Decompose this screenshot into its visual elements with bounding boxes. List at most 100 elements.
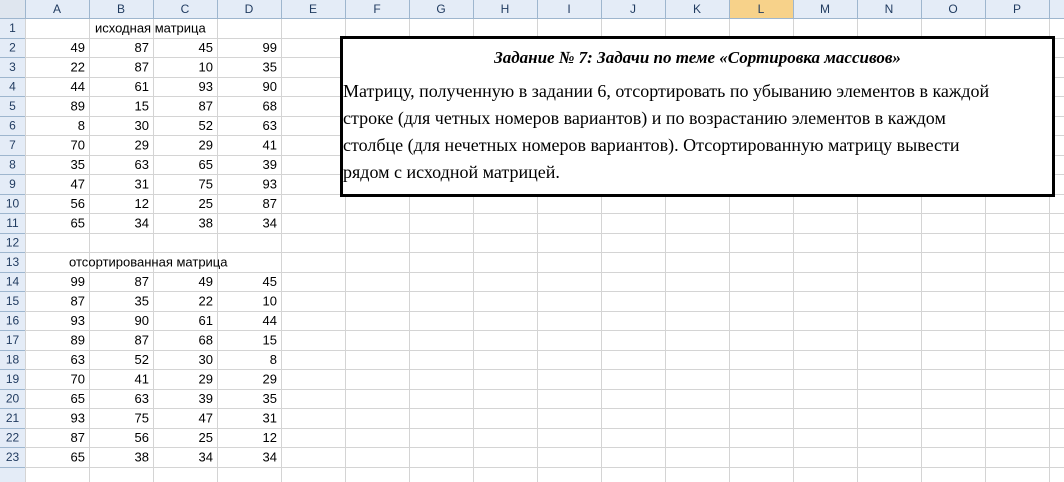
matrix-cell[interactable]: 31 — [263, 411, 277, 426]
matrix-cell[interactable]: 93 — [71, 313, 85, 328]
spreadsheet[interactable]: A B C D E F G H I J K L M N O P 1 2 3 4 5 6 7 8 9 10 11 12 13 14 15 16 1… — [0, 0, 1064, 482]
matrix-cell[interactable]: 35 — [263, 391, 277, 406]
matrix-cell[interactable]: 44 — [263, 313, 277, 328]
matrix-cell[interactable]: 44 — [71, 79, 85, 94]
matrix-cell[interactable]: 87 — [135, 274, 149, 289]
matrix-cell[interactable]: 22 — [199, 294, 213, 309]
matrix-cell[interactable]: 75 — [135, 411, 149, 426]
matrix-cell[interactable]: 35 — [263, 60, 277, 75]
matrix-cell[interactable]: 63 — [135, 391, 149, 406]
matrix-cell[interactable]: 56 — [71, 196, 85, 211]
matrix-cell[interactable]: 31 — [135, 177, 149, 192]
matrix-cell[interactable]: 47 — [199, 411, 213, 426]
column-header-e[interactable]: E — [309, 2, 317, 16]
column-header-j[interactable]: J — [630, 2, 636, 16]
row-header-17[interactable]: 17 — [6, 333, 20, 347]
matrix-cell[interactable]: 87 — [199, 99, 213, 114]
matrix-cell[interactable]: 15 — [135, 99, 149, 114]
column-header-b[interactable]: B — [117, 2, 125, 16]
matrix-cell[interactable]: 61 — [199, 313, 213, 328]
matrix-cell[interactable]: 10 — [263, 294, 277, 309]
matrix-cell[interactable]: 22 — [71, 60, 85, 75]
matrix-cell[interactable]: 38 — [135, 450, 149, 465]
column-header-i[interactable]: I — [567, 2, 570, 16]
row-header-10[interactable]: 10 — [6, 197, 20, 211]
matrix-cell[interactable]: 87 — [135, 40, 149, 55]
row-header-21[interactable]: 21 — [6, 411, 20, 425]
matrix-cell[interactable]: 68 — [199, 333, 213, 348]
task-text-box[interactable]: Задание № 7: Задачи по теме «Сортировка … — [340, 36, 1055, 197]
matrix-cell[interactable]: 87 — [71, 294, 85, 309]
matrix-cell[interactable]: 70 — [71, 138, 85, 153]
matrix-cell[interactable]: 93 — [263, 177, 277, 192]
column-header-f[interactable]: F — [373, 2, 380, 16]
matrix-cell[interactable]: 45 — [199, 40, 213, 55]
column-header-n[interactable]: N — [885, 2, 894, 16]
matrix-cell[interactable]: 52 — [199, 118, 213, 133]
matrix-cell[interactable]: 87 — [263, 196, 277, 211]
matrix-cell[interactable]: 29 — [263, 372, 277, 387]
select-all-corner[interactable] — [0, 0, 25, 18]
column-header-c[interactable]: C — [181, 2, 190, 16]
column-header-a[interactable]: A — [53, 2, 61, 16]
row-header-22[interactable]: 22 — [6, 431, 20, 445]
matrix-cell[interactable]: 34 — [135, 216, 149, 231]
matrix-cell[interactable]: 30 — [199, 352, 213, 367]
matrix-cell[interactable]: 41 — [135, 372, 149, 387]
matrix-cell[interactable]: 10 — [199, 60, 213, 75]
matrix-cell[interactable]: 89 — [71, 99, 85, 114]
matrix-cell[interactable]: 35 — [71, 157, 85, 172]
row-header-2[interactable]: 2 — [9, 41, 16, 55]
column-header-m[interactable]: M — [820, 2, 830, 16]
row-header-15[interactable]: 15 — [6, 294, 20, 308]
matrix-cell[interactable]: 65 — [71, 216, 85, 231]
matrix-cell[interactable]: 90 — [263, 79, 277, 94]
matrix-cell[interactable]: 75 — [199, 177, 213, 192]
matrix-cell[interactable]: 45 — [263, 274, 277, 289]
matrix-cell[interactable]: 90 — [135, 313, 149, 328]
row-header-13[interactable]: 13 — [6, 255, 20, 269]
row-header-16[interactable]: 16 — [6, 314, 20, 328]
row-header-3[interactable]: 3 — [9, 60, 16, 74]
matrix-cell[interactable]: 30 — [135, 118, 149, 133]
row-header-8[interactable]: 8 — [9, 158, 16, 172]
column-header-p[interactable]: P — [1013, 2, 1021, 16]
matrix-cell[interactable]: 52 — [135, 352, 149, 367]
row-header-7[interactable]: 7 — [9, 138, 16, 152]
matrix-cell[interactable]: 89 — [71, 333, 85, 348]
column-header-d[interactable]: D — [245, 2, 254, 16]
column-header-g[interactable]: G — [436, 2, 445, 16]
row-header-20[interactable]: 20 — [6, 392, 20, 406]
row-header-14[interactable]: 14 — [6, 275, 20, 289]
matrix-cell[interactable]: 12 — [135, 196, 149, 211]
matrix-cell[interactable]: 8 — [270, 352, 277, 367]
matrix-cell[interactable]: 34 — [199, 450, 213, 465]
column-header-l[interactable]: L — [758, 2, 765, 16]
matrix-cell[interactable]: 29 — [135, 138, 149, 153]
row-header-23[interactable]: 23 — [6, 450, 20, 464]
row-header-19[interactable]: 19 — [6, 372, 20, 386]
matrix-cell[interactable]: 29 — [199, 372, 213, 387]
matrix-cell[interactable]: 99 — [71, 274, 85, 289]
row-header-12[interactable]: 12 — [6, 236, 20, 250]
matrix-cell[interactable]: 99 — [263, 40, 277, 55]
matrix-cell[interactable]: 65 — [71, 391, 85, 406]
column-header-o[interactable]: O — [948, 2, 957, 16]
row-header-18[interactable]: 18 — [6, 353, 20, 367]
matrix-cell[interactable]: 25 — [199, 430, 213, 445]
matrix-cell[interactable]: 35 — [135, 294, 149, 309]
column-header-k[interactable]: K — [693, 2, 701, 16]
matrix-cell[interactable]: 29 — [199, 138, 213, 153]
row-header-6[interactable]: 6 — [9, 119, 16, 133]
matrix-cell[interactable]: 41 — [263, 138, 277, 153]
matrix-cell[interactable]: 25 — [199, 196, 213, 211]
matrix-cell[interactable]: 12 — [263, 430, 277, 445]
matrix-cell[interactable]: 87 — [71, 430, 85, 445]
matrix-cell[interactable]: 93 — [71, 411, 85, 426]
matrix-cell[interactable]: 47 — [71, 177, 85, 192]
row-header-5[interactable]: 5 — [9, 99, 16, 113]
matrix-cell[interactable]: 8 — [78, 118, 85, 133]
matrix-cell[interactable]: 39 — [199, 391, 213, 406]
matrix-cell[interactable]: 70 — [71, 372, 85, 387]
matrix-cell[interactable]: 65 — [71, 450, 85, 465]
